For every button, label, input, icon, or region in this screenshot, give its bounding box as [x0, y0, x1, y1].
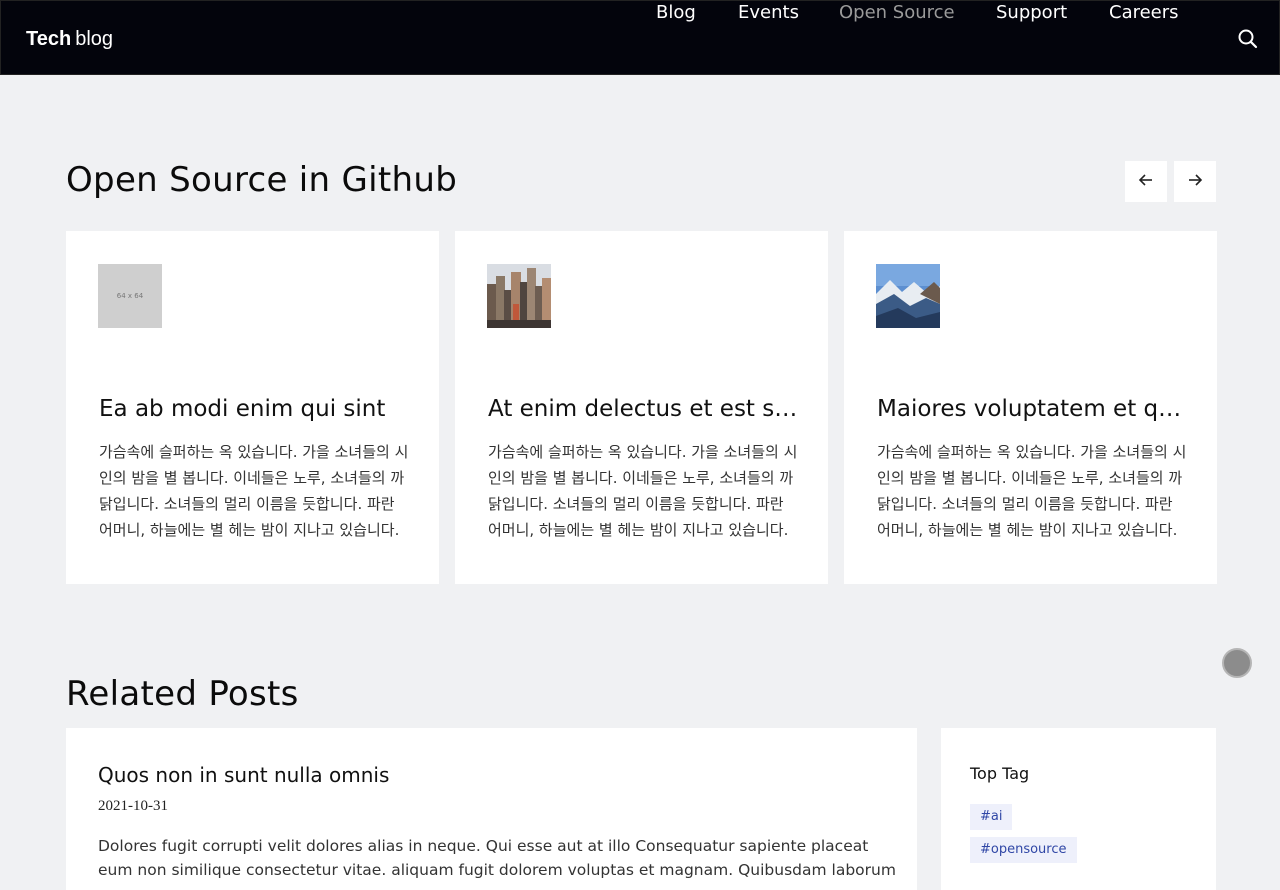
related-post-card: Quos non in sunt nulla omnis 2021-10-31 …	[66, 728, 917, 890]
top-navigation-bar: Tech blog Blog Events Open Source Support…	[0, 0, 1280, 75]
repo-card[interactable]: 64 x 64 Ea ab modi enim qui sint 가슴속에 슬퍼…	[66, 231, 439, 584]
nav-item-support[interactable]: Support	[996, 1, 1067, 25]
arrow-right-icon	[1186, 171, 1204, 192]
card-title[interactable]: At enim delectus et est sapiente	[488, 394, 798, 424]
card-description: 가슴속에 슬퍼하는 옥 있습니다. 가을 소녀들의 시인의 밤을 별 봅니다. …	[99, 443, 409, 539]
related-posts-section-title: Related Posts	[66, 674, 299, 714]
floating-action-button[interactable]	[1222, 648, 1252, 678]
top-tag-title: Top Tag	[970, 764, 1030, 783]
carousel-next-button[interactable]	[1174, 161, 1216, 202]
repo-card[interactable]: Maiores voluptatem et quia dolor 가슴속에 슬퍼…	[844, 231, 1217, 584]
post-title[interactable]: Quos non in sunt nulla omnis	[98, 762, 389, 788]
tag-ai[interactable]: #ai	[970, 804, 1013, 830]
carousel-prev-button[interactable]	[1125, 161, 1167, 202]
card-title[interactable]: Maiores voluptatem et quia dolor	[877, 394, 1187, 424]
tag-opensource[interactable]: #opensource	[970, 837, 1077, 863]
search-icon[interactable]	[1237, 28, 1259, 50]
top-tag-panel: Top Tag #ai #opensource	[941, 728, 1216, 890]
nav-item-events[interactable]: Events	[738, 1, 799, 25]
thumbnail-size-label: 64 x 64	[116, 292, 144, 300]
card-title[interactable]: Ea ab modi enim qui sint	[99, 394, 409, 424]
arrow-left-icon	[1137, 171, 1155, 192]
repo-card[interactable]: At enim delectus et est sapiente 가슴속에 슬퍼…	[455, 231, 828, 584]
card-thumbnail-mountain-image	[876, 264, 940, 328]
card-description: 가슴속에 슬퍼하는 옥 있습니다. 가을 소녀들의 시인의 밤을 별 봅니다. …	[488, 443, 798, 539]
card-description: 가슴속에 슬퍼하는 옥 있습니다. 가을 소녀들의 시인의 밤을 별 봅니다. …	[877, 443, 1187, 539]
nav-item-open-source[interactable]: Open Source	[839, 1, 955, 25]
open-source-section-title: Open Source in Github	[66, 160, 458, 200]
card-thumbnail-city-image	[487, 264, 551, 328]
brand-name-light: blog	[75, 28, 114, 50]
nav-item-blog[interactable]: Blog	[656, 1, 696, 25]
nav-item-careers[interactable]: Careers	[1109, 1, 1179, 25]
card-thumbnail-placeholder: 64 x 64	[98, 264, 162, 328]
brand-name-bold: Tech	[26, 28, 72, 50]
brand-logo[interactable]: Tech blog	[26, 27, 113, 51]
post-date: 2021-10-31	[98, 798, 168, 814]
post-excerpt: Dolores fugit corrupti velit dolores ali…	[98, 837, 896, 890]
